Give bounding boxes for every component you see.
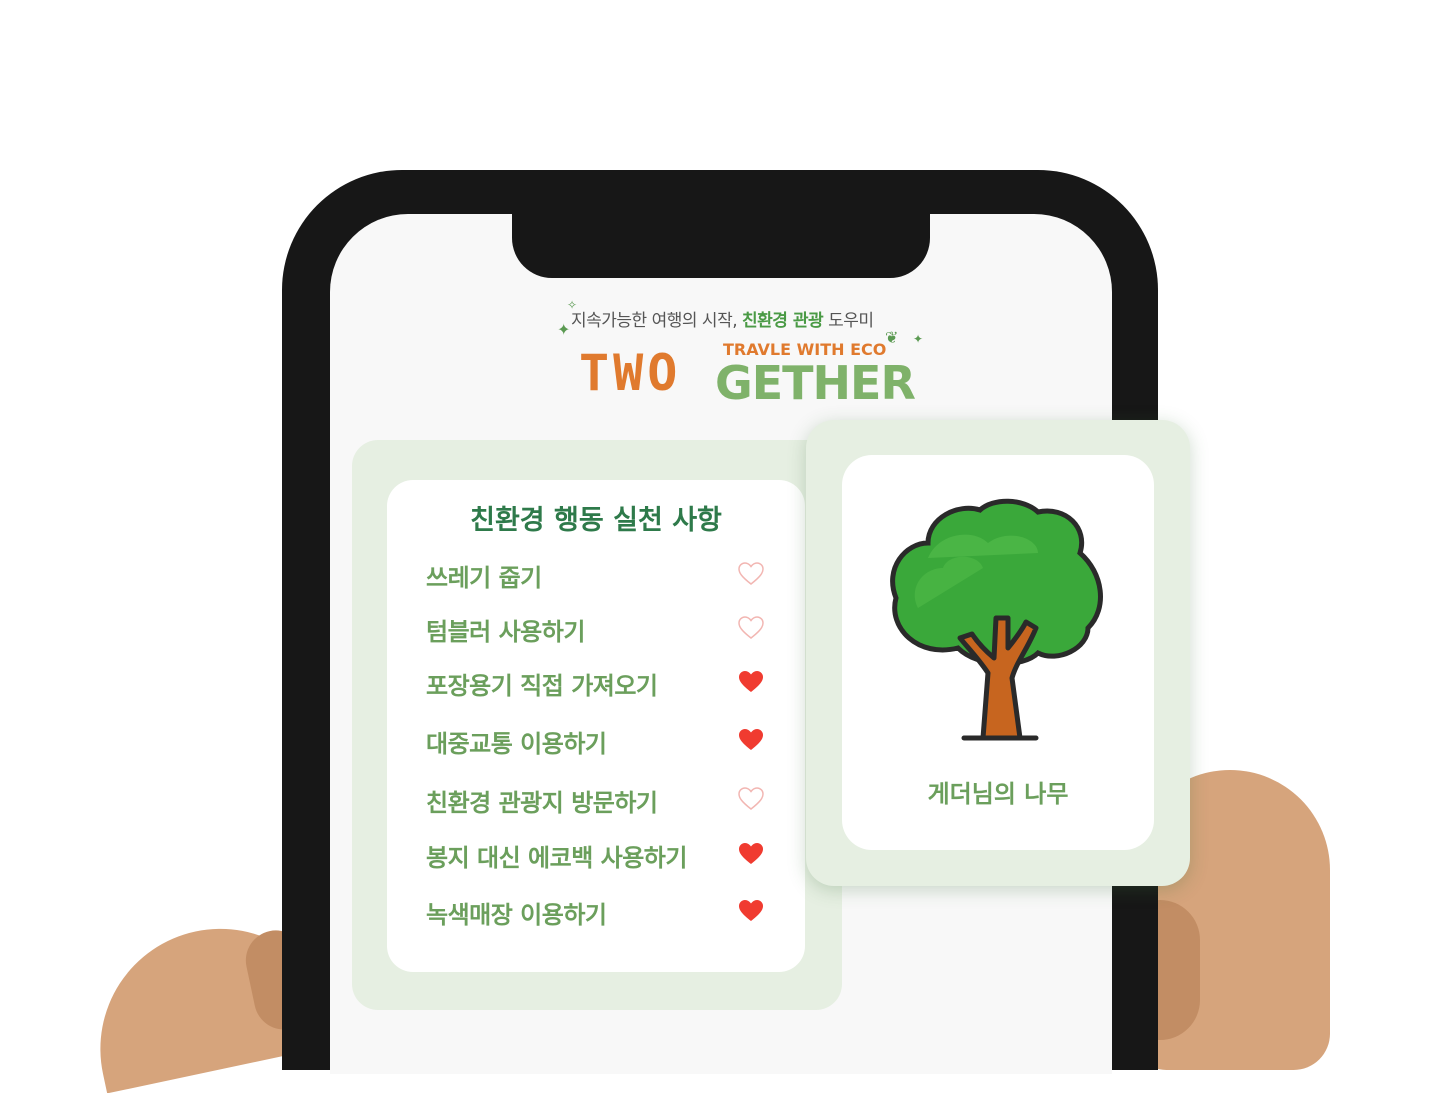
checklist-item-label: 친환경 관광지 방문하기	[426, 789, 658, 817]
checklist-item-label: 녹색매장 이용하기	[426, 901, 607, 929]
leaf-icon: ❦	[885, 328, 899, 347]
sparkle-icon: ✧	[567, 298, 578, 312]
heart-filled-icon[interactable]	[738, 842, 764, 866]
checklist-item: 포장용기 직접 가져오기	[426, 666, 776, 702]
checklist-item: 녹색매장 이용하기	[426, 895, 776, 931]
heart-outline-icon[interactable]	[738, 616, 764, 640]
logo-wordmark-two: TWO	[579, 344, 682, 402]
tree-icon	[890, 498, 1103, 741]
heart-outline-icon[interactable]	[738, 787, 764, 811]
tree-caption: 게더님의 나무	[927, 780, 1069, 808]
checklist-item: 대중교통 이용하기	[426, 724, 776, 760]
sparkle-icon: ✦	[913, 332, 924, 346]
logo-tagline: 지속가능한 여행의 시작, 친환경 관광 도우미	[571, 306, 874, 331]
heart-filled-icon[interactable]	[738, 899, 764, 923]
checklist-title: 친환경 행동 실천 사항	[470, 505, 722, 536]
checklist-item-label: 쓰레기 줍기	[426, 564, 542, 592]
checklist-item-label: 대중교통 이용하기	[426, 730, 607, 758]
heart-filled-icon[interactable]	[738, 670, 764, 694]
checklist-item: 봉지 대신 에코백 사용하기	[426, 838, 776, 874]
checklist-item-label: 텀블러 사용하기	[426, 618, 585, 646]
tagline-prefix: 지속가능한 여행의 시작,	[571, 311, 738, 331]
tagline-highlight: 친환경 관광	[742, 311, 824, 331]
checklist-item: 쓰레기 줍기	[426, 558, 776, 594]
checklist-item-label: 포장용기 직접 가져오기	[426, 672, 658, 700]
checklist-item-label: 봉지 대신 에코백 사용하기	[426, 844, 687, 872]
tagline-suffix: 도우미	[828, 311, 874, 331]
heart-filled-icon[interactable]	[738, 728, 764, 752]
logo-wordmark-gether: GETHER	[715, 356, 916, 410]
heart-outline-icon[interactable]	[738, 562, 764, 586]
app-logo: 지속가능한 여행의 시작, 친환경 관광 도우미 TRAVLE WITH ECO…	[545, 298, 935, 410]
checklist-item: 텀블러 사용하기	[426, 612, 776, 648]
phone-notch	[512, 212, 930, 278]
checklist-item: 친환경 관광지 방문하기	[426, 783, 776, 819]
sparkle-icon: ✦	[557, 320, 571, 339]
